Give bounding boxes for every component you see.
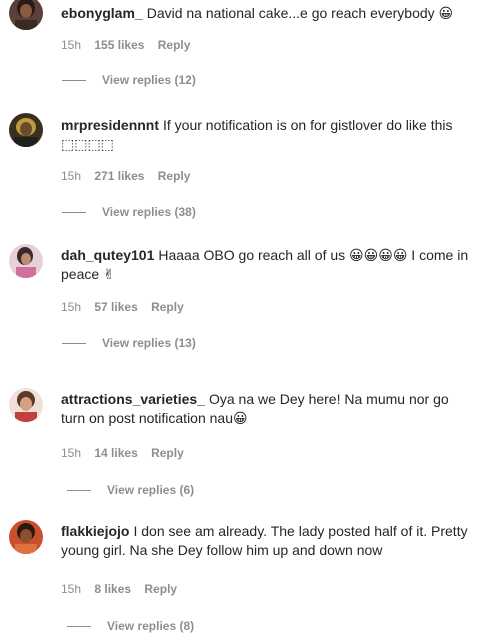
comment-username[interactable]: flakkiejojo	[61, 523, 129, 539]
reply-button[interactable]: Reply	[151, 446, 184, 460]
likes-count[interactable]: 8 likes	[94, 582, 131, 596]
avatar[interactable]	[9, 244, 43, 278]
comment-meta: 15h 57 likes Reply	[61, 300, 194, 314]
reply-button[interactable]: Reply	[151, 300, 184, 314]
likes-count[interactable]: 14 likes	[94, 446, 137, 460]
comment-time: 15h	[61, 169, 82, 183]
likes-count[interactable]: 271 likes	[94, 169, 144, 183]
replies-divider	[62, 211, 86, 213]
replies-divider	[62, 342, 86, 344]
reply-button[interactable]: Reply	[144, 582, 177, 596]
comment-meta: 15h 8 likes Reply	[61, 582, 187, 596]
comment-text: attractions_varieties_ Oya na we Dey here…	[61, 390, 471, 428]
view-replies-label[interactable]: View replies (8)	[107, 619, 194, 633]
comment-username[interactable]: attractions_varieties_	[61, 391, 205, 407]
view-replies-label[interactable]: View replies (12)	[102, 73, 196, 87]
replies-divider	[67, 625, 91, 627]
comment-item: mrpresidennnt If your notification is on …	[0, 108, 482, 228]
comment-time: 15h	[61, 38, 82, 52]
avatar[interactable]	[9, 113, 43, 147]
reply-button[interactable]: Reply	[158, 38, 191, 52]
comment-body: David na national cake...e go reach ever…	[146, 5, 454, 21]
avatar[interactable]	[9, 520, 43, 554]
view-replies-button[interactable]: View replies (13)	[62, 336, 196, 350]
comment-item: attractions_varieties_ Oya na we Dey here…	[0, 382, 482, 502]
reply-button[interactable]: Reply	[158, 169, 191, 183]
comment-time: 15h	[61, 300, 82, 314]
avatar[interactable]	[9, 0, 43, 30]
likes-count[interactable]: 57 likes	[94, 300, 137, 314]
comment-time: 15h	[61, 446, 82, 460]
comment-meta: 15h 155 likes Reply	[61, 38, 200, 52]
comment-text: mrpresidennnt If your notification is on …	[61, 116, 471, 154]
comment-username[interactable]: mrpresidennnt	[61, 117, 159, 133]
comment-meta: 15h 14 likes Reply	[61, 446, 194, 460]
view-replies-button[interactable]: View replies (12)	[62, 73, 196, 87]
view-replies-label[interactable]: View replies (38)	[102, 205, 196, 219]
comment-item: ebonyglam_ David na national cake...e go …	[0, 0, 482, 100]
replies-divider	[67, 489, 91, 491]
avatar[interactable]	[9, 388, 43, 422]
comment-time: 15h	[61, 582, 82, 596]
comment-meta: 15h 271 likes Reply	[61, 169, 200, 183]
comment-item: dah_qutey101 Haaaa OBO go reach all of us…	[0, 240, 482, 360]
view-replies-button[interactable]: View replies (8)	[67, 619, 194, 633]
comment-text: flakkiejojo I don see am already. The lad…	[61, 522, 471, 560]
comment-username[interactable]: ebonyglam_	[61, 5, 143, 21]
comment-text: ebonyglam_ David na national cake...e go …	[61, 4, 471, 23]
view-replies-button[interactable]: View replies (38)	[62, 205, 196, 219]
comment-text: dah_qutey101 Haaaa OBO go reach all of us…	[61, 246, 471, 284]
comment-item: flakkiejojo I don see am already. The lad…	[0, 516, 482, 641]
replies-divider	[62, 79, 86, 81]
view-replies-label[interactable]: View replies (13)	[102, 336, 196, 350]
view-replies-label[interactable]: View replies (6)	[107, 483, 194, 497]
view-replies-button[interactable]: View replies (6)	[67, 483, 194, 497]
likes-count[interactable]: 155 likes	[94, 38, 144, 52]
comment-username[interactable]: dah_qutey101	[61, 247, 154, 263]
